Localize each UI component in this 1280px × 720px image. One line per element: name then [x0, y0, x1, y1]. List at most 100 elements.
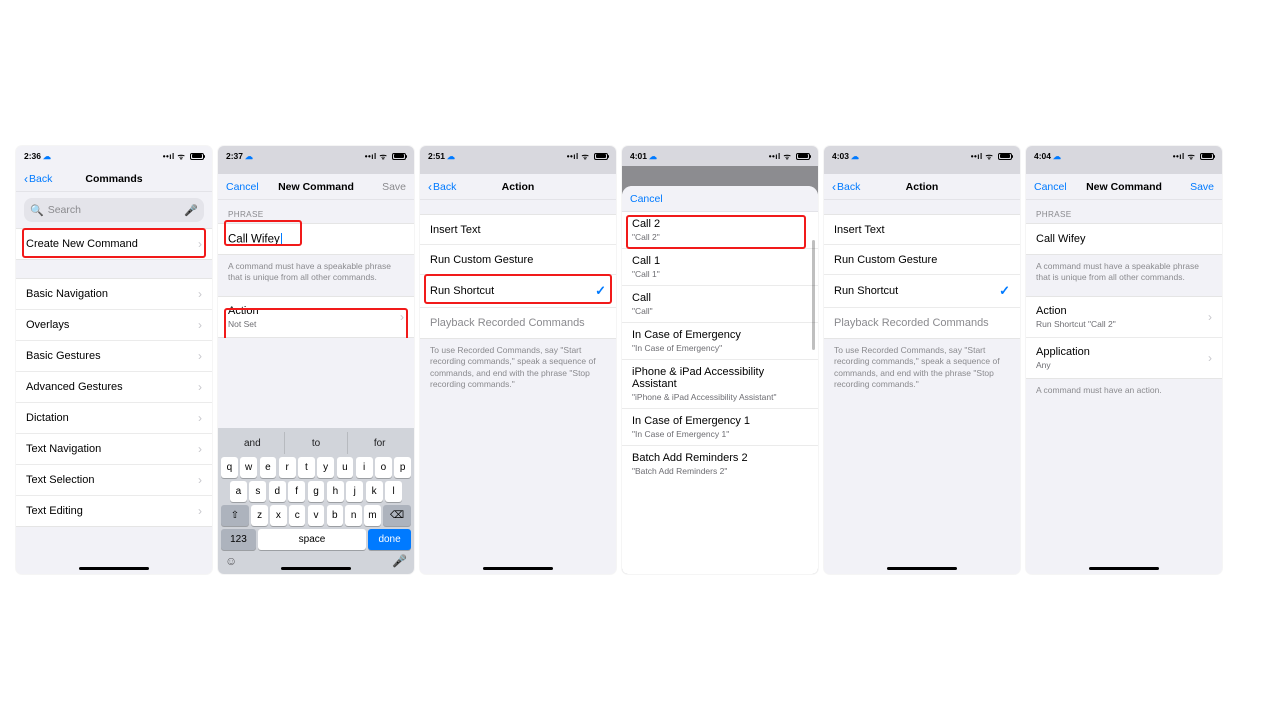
key-r[interactable]: r — [279, 457, 296, 478]
setting-row[interactable]: ActionRun Shortcut "Call 2"› — [1026, 297, 1222, 338]
phrase-input[interactable]: Call Wifey — [1026, 224, 1222, 254]
sheet-peek — [824, 166, 1020, 174]
category-row[interactable]: Dictation› — [16, 403, 212, 434]
home-indicator — [281, 567, 351, 571]
shortcut-row[interactable]: In Case of Emergency"In Case of Emergenc… — [622, 323, 818, 360]
numbers-key[interactable]: 123 — [221, 529, 256, 550]
shortcut-row[interactable]: Call"Call" — [622, 286, 818, 323]
chevron-right-icon: › — [400, 310, 404, 324]
category-row[interactable]: Text Editing› — [16, 496, 212, 526]
shortcut-row[interactable]: In Case of Emergency 1"In Case of Emerge… — [622, 409, 818, 446]
key-v[interactable]: v — [308, 505, 324, 526]
key-c[interactable]: c — [289, 505, 305, 526]
back-button[interactable]: Back — [433, 181, 456, 193]
category-row[interactable]: Basic Gestures› — [16, 341, 212, 372]
phrase-input[interactable]: Call Wifey — [218, 224, 414, 254]
status-icons: ••ıl ᯤ — [163, 151, 204, 162]
done-key[interactable]: done — [368, 529, 411, 550]
nav-title: New Command — [278, 181, 354, 193]
status-bar: 2:37☁ ••ıl ᯤ — [218, 146, 414, 166]
action-option: Playback Recorded Commands — [824, 308, 1020, 338]
shortcut-row[interactable]: iPhone & iPad Accessibility Assistant"iP… — [622, 360, 818, 409]
key-l[interactable]: l — [385, 481, 402, 502]
action-option[interactable]: Run Shortcut✓ — [420, 275, 616, 308]
chevron-right-icon: › — [198, 504, 202, 518]
category-row[interactable]: Text Navigation› — [16, 434, 212, 465]
category-row[interactable]: Basic Navigation› — [16, 279, 212, 310]
sheet-peek — [420, 166, 616, 174]
key-a[interactable]: a — [230, 481, 247, 502]
status-bar: 2:51☁ ••ıl ᯤ — [420, 146, 616, 166]
nav-title: Commands — [85, 173, 142, 185]
key-e[interactable]: e — [260, 457, 277, 478]
action-option[interactable]: Run Custom Gesture — [824, 245, 1020, 275]
chevron-left-icon: ‹ — [24, 172, 28, 186]
action-option[interactable]: Run Custom Gesture — [420, 245, 616, 275]
back-button[interactable]: Back — [837, 181, 860, 193]
save-button[interactable]: Save — [1190, 181, 1214, 193]
create-new-command[interactable]: Create New Command › — [16, 229, 212, 259]
backspace-key[interactable]: ⌫ — [383, 505, 411, 526]
back-button[interactable]: Back — [29, 173, 52, 185]
key-m[interactable]: m — [364, 505, 380, 526]
action-option: Playback Recorded Commands — [420, 308, 616, 338]
keyboard[interactable]: and to for qwertyuiop asdfghjkl ⇧ zxcvbn… — [218, 428, 414, 574]
sync-icon: ☁ — [447, 152, 455, 161]
key-y[interactable]: y — [317, 457, 334, 478]
status-bar: 4:03☁ ••ıl ᯤ — [824, 146, 1020, 166]
mic-icon[interactable]: 🎤 — [184, 204, 198, 217]
action-row[interactable]: Action Not Set › — [218, 297, 414, 337]
key-k[interactable]: k — [366, 481, 383, 502]
action-option[interactable]: Insert Text — [824, 215, 1020, 245]
sync-icon: ☁ — [649, 152, 657, 161]
category-row[interactable]: Overlays› — [16, 310, 212, 341]
key-z[interactable]: z — [251, 505, 267, 526]
shortcut-row[interactable]: Call 2"Call 2" — [622, 212, 818, 249]
cancel-button[interactable]: Cancel — [630, 193, 663, 205]
space-key[interactable]: space — [258, 529, 365, 550]
shortcut-sheet: Cancel Call 2"Call 2"Call 1"Call 1"Call"… — [622, 186, 818, 574]
status-icons: ••ıl ᯤ — [1173, 151, 1214, 162]
setting-row[interactable]: ApplicationAny› — [1026, 338, 1222, 378]
screen-new-command-filled: 4:04☁ ••ıl ᯤ Cancel New Command Save PHR… — [1026, 146, 1222, 574]
key-q[interactable]: q — [221, 457, 238, 478]
key-i[interactable]: i — [356, 457, 373, 478]
cancel-button[interactable]: Cancel — [226, 181, 259, 193]
key-j[interactable]: j — [346, 481, 363, 502]
home-indicator — [1089, 567, 1159, 571]
shortcut-row[interactable]: Call 1"Call 1" — [622, 249, 818, 286]
shortcut-row[interactable]: Batch Add Reminders 2"Batch Add Reminder… — [622, 446, 818, 482]
key-n[interactable]: n — [345, 505, 361, 526]
status-bar: 4:04☁ ••ıl ᯤ — [1026, 146, 1222, 166]
save-button[interactable]: Save — [382, 181, 406, 193]
emoji-key[interactable]: ☺ — [225, 554, 237, 568]
status-icons: ••ıl ᯤ — [365, 151, 406, 162]
home-indicator — [887, 567, 957, 571]
search-input[interactable]: 🔍 Search 🎤 — [24, 198, 204, 222]
cancel-button[interactable]: Cancel — [1034, 181, 1067, 193]
key-t[interactable]: t — [298, 457, 315, 478]
chevron-right-icon: › — [198, 287, 202, 301]
key-p[interactable]: p — [394, 457, 411, 478]
key-b[interactable]: b — [327, 505, 343, 526]
key-g[interactable]: g — [308, 481, 325, 502]
key-d[interactable]: d — [269, 481, 286, 502]
category-row[interactable]: Advanced Gestures› — [16, 372, 212, 403]
key-f[interactable]: f — [288, 481, 305, 502]
key-h[interactable]: h — [327, 481, 344, 502]
key-w[interactable]: w — [240, 457, 257, 478]
category-row[interactable]: Text Selection› — [16, 465, 212, 496]
action-option[interactable]: Run Shortcut✓ — [824, 275, 1020, 308]
dictation-key[interactable]: 🎤 — [392, 554, 407, 568]
nav-bar: Cancel New Command Save — [218, 174, 414, 200]
key-s[interactable]: s — [249, 481, 266, 502]
shift-key[interactable]: ⇧ — [221, 505, 249, 526]
key-u[interactable]: u — [337, 457, 354, 478]
screen-action-select: 2:51☁ ••ıl ᯤ ‹Back Action Insert TextRun… — [420, 146, 616, 574]
key-o[interactable]: o — [375, 457, 392, 478]
key-x[interactable]: x — [270, 505, 286, 526]
suggestion-bar[interactable]: and to for — [221, 432, 411, 454]
sync-icon: ☁ — [851, 152, 859, 161]
status-bar: 4:01☁ ••ıl ᯤ — [622, 146, 818, 166]
action-option[interactable]: Insert Text — [420, 215, 616, 245]
